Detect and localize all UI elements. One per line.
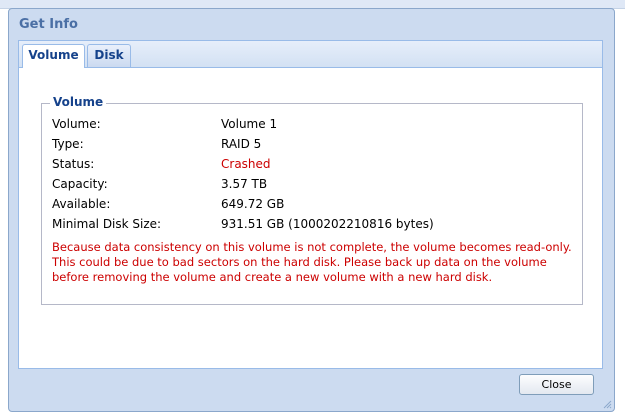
tab-panel: Volume Disk Volume Volume: Volume 1 Type… bbox=[18, 40, 603, 369]
info-value: RAID 5 bbox=[221, 137, 262, 151]
info-label: Minimal Disk Size: bbox=[52, 217, 162, 231]
volume-fieldset: Volume Volume: Volume 1 Type: RAID 5 Sta… bbox=[41, 95, 583, 305]
info-label: Volume: bbox=[52, 117, 101, 131]
tab-strip: Volume Disk bbox=[19, 41, 602, 68]
status-value: Crashed bbox=[221, 157, 271, 171]
info-value: 931.51 GB (1000202210816 bytes) bbox=[221, 217, 434, 231]
close-button[interactable]: Close bbox=[519, 374, 594, 395]
volume-legend: Volume bbox=[50, 95, 107, 109]
info-label: Status: bbox=[52, 157, 95, 171]
tab-disk[interactable]: Disk bbox=[87, 44, 131, 67]
info-label: Type: bbox=[52, 137, 84, 151]
info-value: 3.57 TB bbox=[221, 177, 268, 191]
info-value: 649.72 GB bbox=[221, 197, 285, 211]
get-info-dialog: Get Info Volume Disk Volume Volume: Volu… bbox=[8, 8, 615, 412]
warning-message: Because data consistency on this volume … bbox=[52, 240, 572, 284]
info-label: Capacity: bbox=[52, 177, 108, 191]
info-label: Available: bbox=[52, 197, 111, 211]
dialog-title: Get Info bbox=[19, 17, 78, 32]
resize-grip-icon[interactable] bbox=[602, 399, 612, 409]
tab-volume[interactable]: Volume bbox=[22, 44, 85, 68]
info-value: Volume 1 bbox=[221, 117, 278, 131]
